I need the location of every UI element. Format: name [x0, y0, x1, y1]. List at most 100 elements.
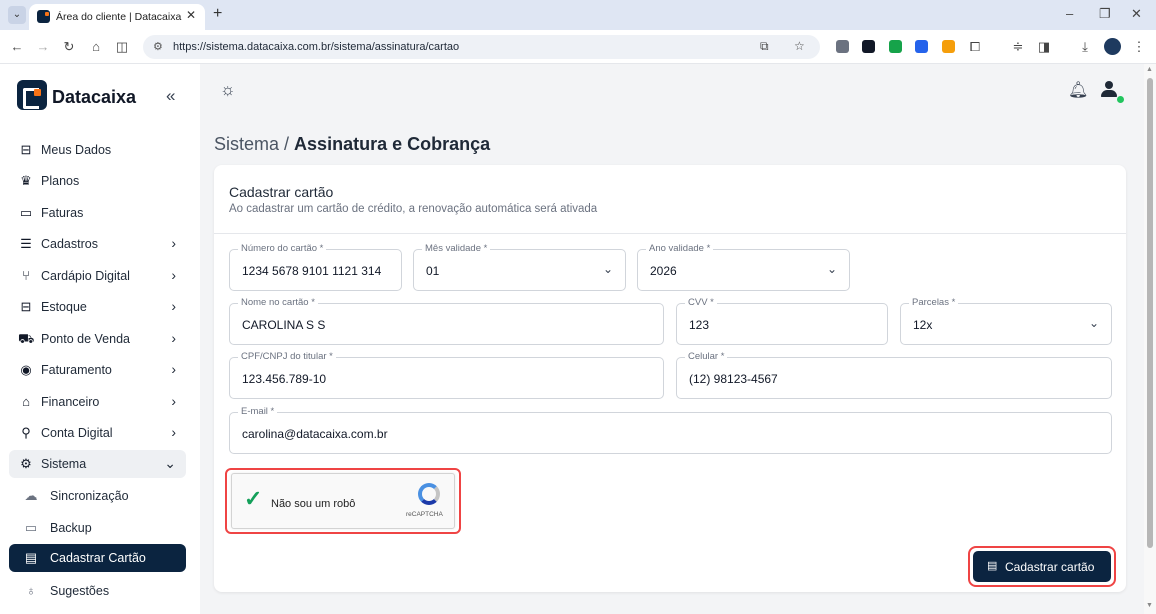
bank-icon: ⌂	[22, 394, 30, 409]
cvv-field[interactable]: CVV * 123	[676, 297, 888, 345]
sidebar-item-label: Cadastros	[41, 237, 98, 251]
card-form-panel: Cadastrar cartão Ao cadastrar um cartão …	[214, 165, 1126, 592]
extension-icon[interactable]	[836, 40, 849, 53]
gear-icon: ⚙	[20, 456, 32, 471]
card-name-field[interactable]: Nome no cartão * CAROLINA S S	[229, 297, 664, 345]
card-title: Cadastrar cartão	[229, 184, 334, 200]
checkmark-icon[interactable]: ✓	[244, 486, 262, 512]
close-window-icon[interactable]: ✕	[1131, 6, 1142, 22]
sidebar-item-cadastros[interactable]: ☰ Cadastros ›	[9, 230, 186, 258]
install-app-icon[interactable]: ⧉	[760, 39, 769, 54]
list-icon: ☰	[20, 236, 32, 251]
reload-icon[interactable]: ↻	[61, 39, 77, 55]
back-icon[interactable]: ←	[9, 39, 25, 54]
browser-tab[interactable]: Área do cliente | Datacaixa ✕	[29, 4, 205, 30]
page-scrollbar[interactable]: ▲ ▼	[1144, 64, 1156, 614]
extensions-puzzle-icon[interactable]: ⧠	[967, 39, 983, 55]
brand-name: Datacaixa	[52, 87, 137, 107]
sidebar-item-label: Cadastrar Cartão	[50, 551, 146, 565]
credit-card-icon: ▤	[987, 560, 998, 572]
forward-icon[interactable]: →	[35, 39, 51, 54]
collapse-sidebar-icon[interactable]: «	[166, 86, 175, 106]
email-field[interactable]: E-mail * carolina@datacaixa.com.br	[229, 406, 1112, 454]
bookmark-star-icon[interactable]: ☆	[794, 39, 805, 53]
datacaixa-logo-icon	[17, 80, 47, 110]
submit-label: Cadastrar cartão	[1005, 560, 1095, 574]
tab-search-icon[interactable]: ⌄	[8, 6, 26, 24]
sidebar-item-conta-digital[interactable]: ⚲ Conta Digital ›	[9, 419, 186, 447]
sidebar-item-label: Ponto de Venda	[41, 332, 130, 346]
restore-icon[interactable]: ❐	[1099, 6, 1111, 22]
scroll-up-icon[interactable]: ▲	[1146, 66, 1153, 73]
card-subtitle: Ao cadastrar um cartão de crédito, a ren…	[229, 203, 598, 215]
url-text: https://sistema.datacaixa.com.br/sistema…	[173, 41, 460, 53]
side-panel-icon[interactable]: ◨	[1036, 39, 1052, 55]
close-tab-icon[interactable]: ✕	[186, 8, 196, 22]
chevron-down-icon: ⌄	[1088, 316, 1099, 330]
extension-pen-icon[interactable]	[862, 40, 875, 53]
favicon-icon	[37, 10, 50, 23]
chevron-right-icon: ›	[171, 235, 176, 251]
sidebar-item-label: Sugestões	[50, 584, 110, 598]
field-label: Mês validade *	[422, 243, 491, 254]
coin-icon: ◉	[20, 362, 32, 377]
online-status-dot	[1117, 96, 1124, 103]
notifications-bell-icon[interactable]: 🔔︎	[1068, 80, 1088, 100]
sidebar-item-estoque[interactable]: ⊟ Estoque ›	[9, 293, 186, 321]
sidebar-item-meus-dados[interactable]: ⊟ Meus Dados	[9, 136, 186, 164]
field-value: 2026	[650, 264, 677, 278]
home-icon[interactable]: ⌂	[88, 39, 104, 54]
translate-icon[interactable]: ≑	[1010, 39, 1026, 55]
scrollbar-thumb[interactable]	[1147, 78, 1153, 548]
sidebar-item-faturas[interactable]: ▭ Faturas	[9, 199, 186, 227]
sidebar-item-cardapio-digital[interactable]: ⑂ Cardápio Digital ›	[9, 262, 186, 290]
card-number-field[interactable]: Número do cartão * 1234 5678 9101 1121 3…	[229, 243, 402, 291]
extension-sheet-icon[interactable]	[889, 40, 902, 53]
submit-card-button[interactable]: ▤ Cadastrar cartão	[973, 551, 1111, 582]
sidebar-item-cadastrar-cartao[interactable]: ▤ Cadastrar Cartão	[9, 544, 186, 572]
field-value: 12x	[913, 318, 933, 332]
sidebar-item-backup[interactable]: ▭ Backup	[9, 514, 186, 542]
minimize-icon[interactable]: –	[1066, 6, 1073, 21]
theme-toggle-sun-icon[interactable]: ☼	[220, 80, 236, 100]
phone-field[interactable]: Celular * (12) 98123-4567	[676, 351, 1112, 399]
captcha-brand: reCAPTCHA	[406, 511, 443, 518]
profile-avatar-icon[interactable]	[1104, 38, 1121, 55]
sidebar-item-label: Sistema	[41, 457, 87, 471]
address-bar[interactable]: ⚙ https://sistema.datacaixa.com.br/siste…	[143, 35, 820, 59]
main-content: ☼ 🔔︎ Sistema / Assinatura e Cobrança Cad…	[200, 64, 1144, 614]
field-value: carolina@datacaixa.com.br	[242, 427, 388, 441]
browser-menu-icon[interactable]: ⋮	[1131, 39, 1147, 55]
field-label: Ano validade *	[646, 243, 714, 254]
reading-mode-icon[interactable]: ◫	[114, 39, 130, 55]
breadcrumb: Sistema / Assinatura e Cobrança	[214, 134, 490, 155]
sidebar-item-planos[interactable]: ♛ Planos	[9, 167, 186, 195]
sidebar-item-sistema[interactable]: ⚙ Sistema ⌄	[9, 450, 186, 478]
field-value: CAROLINA S S	[242, 318, 326, 332]
sidebar-item-ponto-de-venda[interactable]: ⛟ Ponto de Venda ›	[9, 325, 186, 353]
scroll-down-icon[interactable]: ▼	[1146, 602, 1153, 609]
expiry-month-select[interactable]: Mês validade * 01 ⌄	[413, 243, 626, 291]
sidebar-item-financeiro[interactable]: ⌂ Financeiro ›	[9, 388, 186, 416]
sidebar-item-faturamento[interactable]: ◉ Faturamento ›	[9, 356, 186, 384]
extension-doc-icon[interactable]	[915, 40, 928, 53]
chevron-right-icon: ›	[171, 298, 176, 314]
nodes-icon: ⚲	[21, 425, 31, 440]
download-icon[interactable]: ⤓	[1077, 39, 1093, 55]
expiry-year-select[interactable]: Ano validade * 2026 ⌄	[637, 243, 850, 291]
sidebar-item-sincronizacao[interactable]: ☁ Sincronização	[9, 482, 186, 510]
drive-icon: ▭	[24, 520, 38, 535]
extension-tag-icon[interactable]	[942, 40, 955, 53]
sidebar-item-sugestoes[interactable]: ♁ Sugestões	[9, 577, 186, 605]
site-info-icon[interactable]: ⚙	[153, 40, 163, 53]
document-field[interactable]: CPF/CNPJ do titular * 123.456.789-10	[229, 351, 664, 399]
chevron-right-icon: ›	[171, 393, 176, 409]
recaptcha-widget[interactable]: ✓ Não sou um robô reCAPTCHA	[231, 473, 455, 529]
field-label: Número do cartão *	[238, 243, 327, 254]
lightbulb-icon: ♁	[26, 583, 36, 598]
installments-select[interactable]: Parcelas * 12x ⌄	[900, 297, 1112, 345]
cutlery-icon: ⑂	[22, 268, 30, 283]
chevron-down-icon: ⌄	[602, 262, 613, 276]
new-tab-icon[interactable]: +	[213, 5, 222, 23]
cloud-upload-icon: ☁	[24, 488, 38, 503]
